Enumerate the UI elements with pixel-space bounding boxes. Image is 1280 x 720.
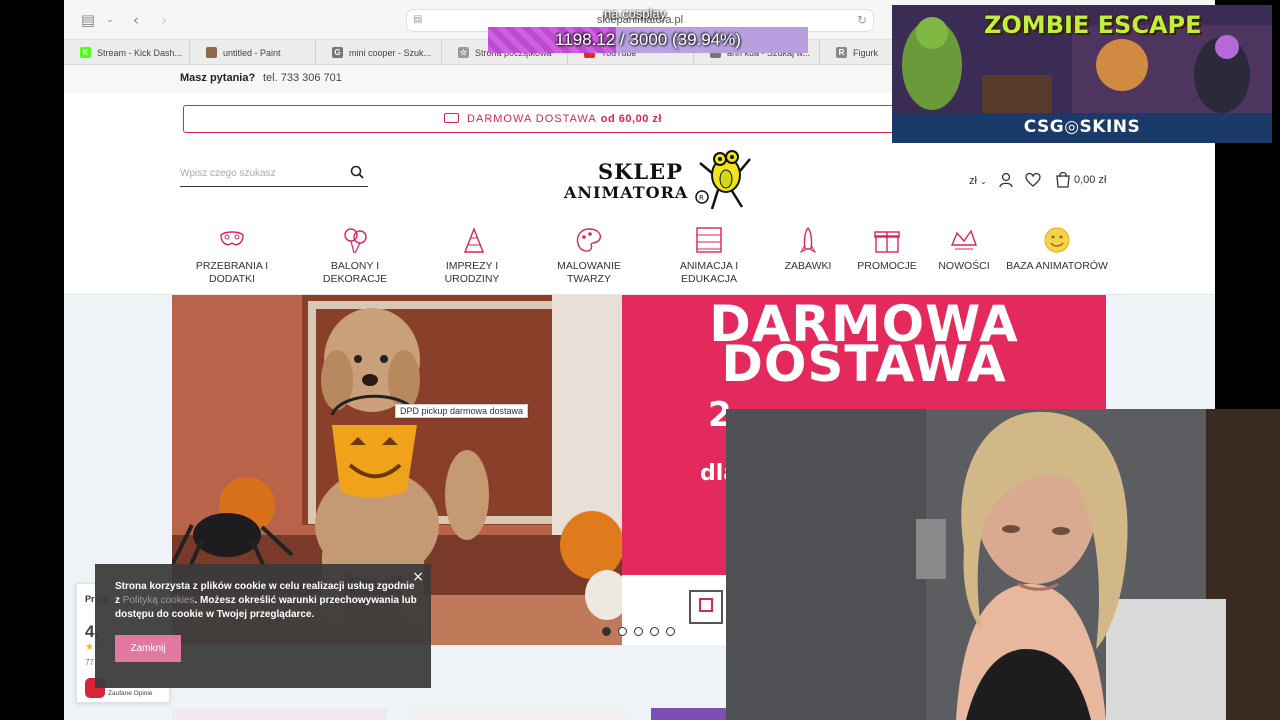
shopping-bag-icon[interactable] [1055, 171, 1071, 188]
contact-phone[interactable]: tel. 733 306 701 [263, 72, 342, 84]
palette-icon [576, 228, 602, 252]
search-input[interactable] [180, 165, 340, 181]
gift-icon [874, 231, 900, 253]
favicon-icon: ☆ [458, 47, 469, 58]
reviews-brand: Zaufane Opinie [108, 690, 153, 697]
user-icon[interactable] [999, 172, 1013, 188]
chevron-down-icon[interactable]: ⌄ [100, 10, 120, 30]
site-logo[interactable]: SKLEP ANIMATORA R [562, 145, 752, 215]
nav-item-label: PRZEBRANIA I DODATKI [195, 260, 269, 285]
heart-icon[interactable] [1025, 172, 1041, 188]
ad-title: ZOMBIE ESCAPE [984, 11, 1202, 39]
favorite-tab-label: Figurk [853, 47, 879, 58]
sidebar-toggle-icon[interactable]: ▤ [78, 10, 98, 30]
nav-item-mask[interactable]: PRZEBRANIA I DODATKI [177, 225, 287, 286]
abacus-icon [696, 227, 722, 253]
donation-goal-text: 1198.12 / 3000 (39.94%) [555, 30, 741, 49]
back-icon[interactable]: ‹ [126, 10, 146, 30]
contact-question: Masz pytania? [180, 72, 256, 84]
party-hat-icon [463, 227, 485, 253]
favorite-tab-label: untitled - Paint [223, 47, 281, 58]
shipping-text: DARMOWA DOSTAWA [467, 113, 597, 125]
nav-item-balloons[interactable]: BALONY I DEKORACJE [300, 225, 410, 286]
favicon-icon: G [332, 47, 343, 58]
nav-item-party-hat[interactable]: IMPREZY I URODZINY [417, 225, 527, 286]
product-thumbnail[interactable] [410, 708, 625, 720]
slider-dot[interactable] [602, 627, 611, 636]
donation-goal-bar: 1198.12 / 3000 (39.94%) [488, 27, 808, 53]
nav-item-smiley[interactable]: BAZA ANIMATORÓW [1002, 225, 1112, 273]
product-thumbnail[interactable] [172, 708, 387, 720]
nav-item-label: ANIMACJA I EDUKACJA [679, 260, 739, 285]
search-box [180, 163, 368, 187]
tooltip: DPD pickup darmowa dostawa [395, 404, 529, 418]
frog-mascot-icon: R [695, 150, 751, 210]
nav-item-label: BALONY I DEKORACJE [322, 260, 388, 285]
close-cookie-button[interactable]: Zamknij [115, 635, 181, 662]
favicon-icon [206, 47, 217, 58]
forward-icon[interactable]: › [154, 10, 174, 30]
favicon-icon: K [80, 47, 91, 58]
favorite-tab[interactable]: K Stream - Kick Dash... [64, 40, 190, 65]
hero-heading-line2: DOSTAWA [721, 335, 1007, 393]
goal-label: na cosplay [604, 6, 667, 21]
nav-item-label: MALOWANIE TWARZY [557, 260, 621, 285]
svg-text:R: R [699, 194, 704, 202]
cart-total[interactable]: 0,00 zł [1074, 174, 1106, 186]
slider-dot[interactable] [650, 627, 659, 636]
nav-item-label: BAZA ANIMATORÓW [1006, 260, 1108, 272]
cookie-policy-link[interactable]: Polityką cookies [123, 595, 195, 606]
search-icon[interactable] [350, 165, 364, 179]
slider-dot[interactable] [618, 627, 627, 636]
category-nav: PRZEBRANIA I DODATKI BALONY I DEKORACJE IM… [64, 223, 1215, 295]
box-icon [689, 590, 723, 624]
nav-item-palette[interactable]: MALOWANIE TWARZY [534, 225, 644, 286]
balloons-icon [344, 228, 367, 254]
smiley-icon [1044, 227, 1070, 253]
shipping-threshold: od 60,00 zł [600, 113, 662, 125]
mask-icon [220, 231, 244, 246]
logo-line1: SKLEP [598, 159, 683, 184]
rocket-icon [799, 226, 817, 254]
favorite-tab-label: mini cooper - Szuk... [349, 47, 432, 58]
ad-brand: CSG◎SKINS [1023, 117, 1141, 137]
currency-select[interactable]: zł ⌄ [969, 175, 987, 187]
currency-label: zł [969, 175, 977, 187]
slider-dot[interactable] [634, 627, 643, 636]
favorite-tab[interactable]: Gmini cooper - Szuk... [316, 40, 442, 65]
cookie-banner: × Strona korzysta z plików cookie w celu… [95, 564, 431, 688]
reload-icon[interactable]: ↻ [857, 13, 867, 27]
reviews-count: 77 [85, 658, 94, 667]
nav-item-abacus[interactable]: ANIMACJA I EDUKACJA [654, 225, 764, 286]
ad-brand-bar: CSG◎SKINS [892, 113, 1272, 143]
screen: ▤ ⌄ ‹ › ▤ sklepanimatora.pl ↻ K Stream - … [0, 0, 1280, 720]
nav-item-label: IMPREZY I URODZINY [444, 260, 500, 285]
truck-icon [444, 113, 460, 123]
slider-dot[interactable] [666, 627, 675, 636]
streamer-webcam [726, 409, 1280, 720]
favicon-icon: R [836, 47, 847, 58]
chevron-down-icon: ⌄ [980, 177, 987, 186]
free-shipping-banner[interactable]: DARMOWA DOSTAWA od 60,00 zł [183, 105, 923, 133]
favorite-tab-label: Stream - Kick Dash... [97, 47, 183, 58]
new-icon [950, 229, 977, 250]
cookie-text: Strona korzysta z plików cookie w celu r… [115, 580, 420, 622]
favorite-tab[interactable]: untitled - Paint [190, 40, 316, 65]
product-thumbnail[interactable] [651, 708, 726, 720]
logo-line2: ANIMATORA [564, 183, 689, 202]
sponsor-ad-banner: ZOMBIE ESCAPE CSG◎SKINS [892, 5, 1272, 143]
